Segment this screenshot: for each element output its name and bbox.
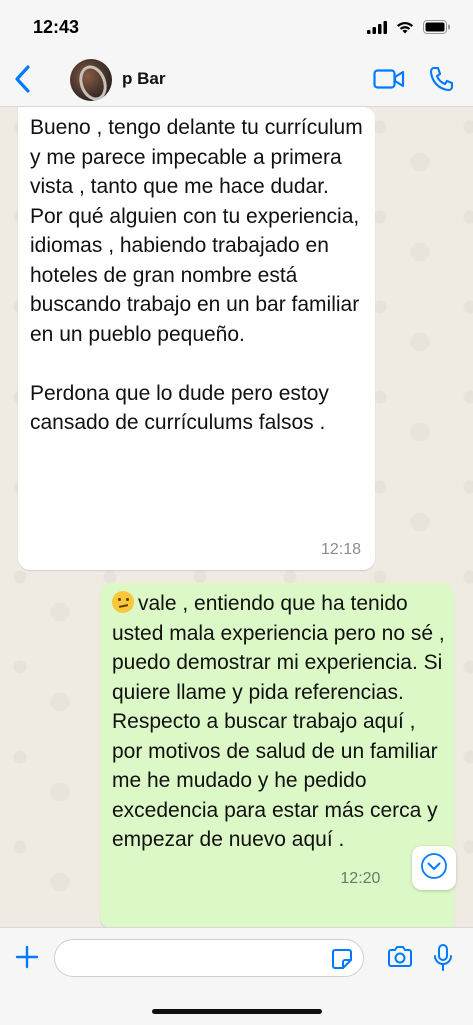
- sticker-icon[interactable]: [330, 947, 354, 976]
- plus-icon[interactable]: [14, 944, 40, 975]
- message-input[interactable]: [54, 939, 364, 977]
- header-actions: [373, 66, 454, 97]
- signal-icon: [367, 20, 387, 39]
- back-chevron-icon[interactable]: [12, 64, 34, 99]
- video-call-icon[interactable]: [373, 68, 405, 95]
- message-text-wrapper: vale , entiendo que ha tenido usted mala…: [112, 589, 450, 855]
- message-outgoing[interactable]: vale , entiendo que ha tenido usted mala…: [100, 583, 454, 927]
- scroll-down-button[interactable]: [412, 846, 456, 890]
- microphone-icon[interactable]: [432, 943, 454, 978]
- scroll-down-icon: [420, 852, 448, 885]
- wifi-icon: [396, 21, 414, 39]
- phone-call-icon[interactable]: [429, 66, 454, 97]
- message-text: Bueno , tengo delante tu currículum y me…: [30, 116, 363, 434]
- battery-icon: [423, 20, 451, 39]
- message-time: 12:18: [320, 540, 361, 558]
- status-time: 12:43: [33, 17, 80, 37]
- chat-area[interactable]: Bueno , tengo delante tu currículum y me…: [0, 107, 473, 927]
- status-icons: [367, 20, 451, 39]
- avatar[interactable]: [70, 59, 112, 101]
- message-text: vale , entiendo que ha tenido usted mala…: [112, 592, 445, 851]
- contact-name[interactable]: p Bar: [122, 69, 165, 89]
- composer-bar: [0, 927, 473, 1025]
- confused-face-emoji: [112, 591, 134, 613]
- status-bar: 12:43: [0, 0, 473, 52]
- message-incoming[interactable]: Bueno , tengo delante tu currículum y me…: [18, 107, 375, 570]
- camera-icon[interactable]: [386, 945, 414, 974]
- chat-header: p Bar: [0, 52, 473, 107]
- home-indicator: [152, 1009, 322, 1014]
- message-time: 12:20: [340, 870, 381, 887]
